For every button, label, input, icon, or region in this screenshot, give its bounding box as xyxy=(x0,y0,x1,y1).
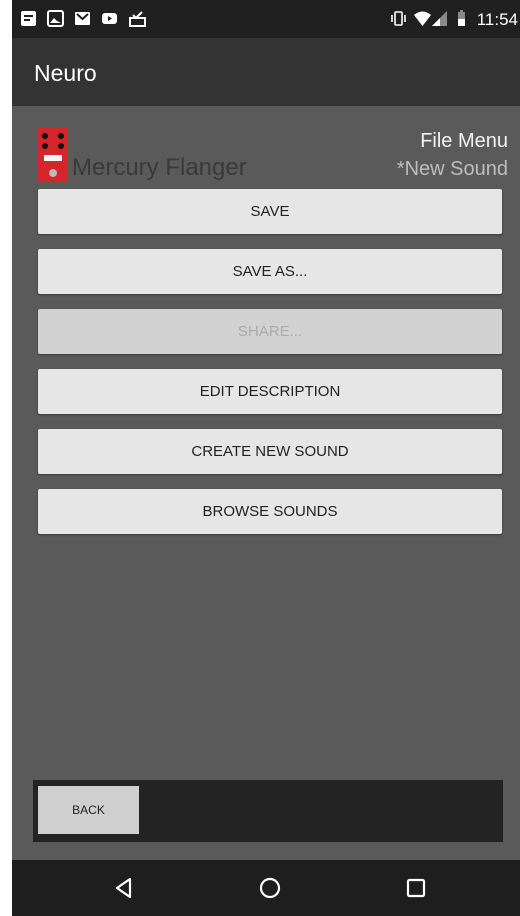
phone-screen: 11:54 Neuro Mercury Flanger File Menu *N… xyxy=(12,0,520,916)
create-new-sound-button[interactable]: CREATE NEW SOUND xyxy=(38,429,502,474)
navigation-bar xyxy=(12,860,520,916)
pedal-icon xyxy=(38,128,68,182)
share-button: SHARE... xyxy=(38,309,502,354)
gmail-icon xyxy=(75,12,90,25)
sound-header: Mercury Flanger File Menu *New Sound xyxy=(12,106,520,186)
wifi-icon xyxy=(414,11,431,26)
menu-title: File Menu xyxy=(420,130,508,152)
back-button[interactable]: BACK xyxy=(38,786,139,834)
image-notification-icon xyxy=(47,10,64,27)
youtube-icon xyxy=(102,13,117,24)
vibrate-icon xyxy=(391,11,406,26)
pedal-name: Mercury Flanger xyxy=(72,154,247,181)
back-triangle-icon[interactable] xyxy=(110,874,138,902)
download-done-icon xyxy=(129,11,146,27)
app-bar: Neuro xyxy=(12,38,520,106)
recents-square-icon[interactable] xyxy=(402,874,430,902)
home-circle-icon[interactable] xyxy=(256,874,284,902)
status-bar: 11:54 xyxy=(12,0,520,38)
save-button[interactable]: SAVE xyxy=(38,189,502,234)
app-title: Neuro xyxy=(34,60,97,86)
save-as-button[interactable]: SAVE AS... xyxy=(38,249,502,294)
bottom-panel: BACK xyxy=(33,780,503,842)
browse-sounds-button[interactable]: BROWSE SOUNDS xyxy=(38,489,502,534)
document-notification-icon xyxy=(21,11,36,26)
clock: 11:54 xyxy=(476,10,518,29)
battery-icon xyxy=(458,10,465,26)
edit-description-button[interactable]: EDIT DESCRIPTION xyxy=(38,369,502,414)
current-sound-name: *New Sound xyxy=(396,158,508,180)
signal-icon xyxy=(432,11,447,26)
